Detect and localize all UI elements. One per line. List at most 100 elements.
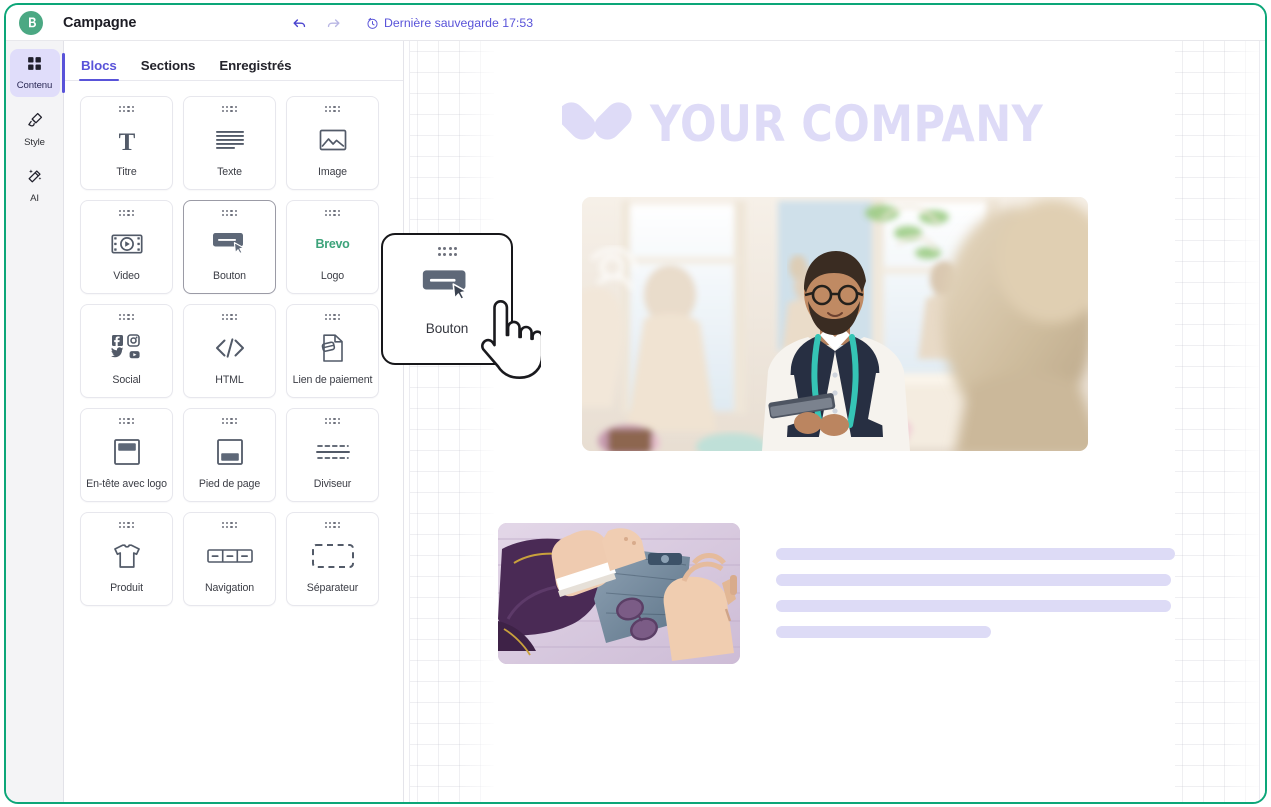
- sidebar-item-style[interactable]: Style: [10, 105, 60, 153]
- block-label: Séparateur: [306, 582, 359, 595]
- email-logo-block[interactable]: YOUR COMPANY: [494, 99, 1175, 149]
- left-rail: Contenu Style AI: [6, 41, 65, 802]
- block-label: Image: [318, 166, 347, 179]
- block-card-logo[interactable]: Brevo Logo: [286, 200, 379, 294]
- code-brackets-icon: [184, 321, 275, 375]
- drag-grip-icon[interactable]: [325, 418, 340, 425]
- topbar-actions: Dernière sauvegarde 17:53: [282, 5, 533, 41]
- save-status: Dernière sauvegarde 17:53: [366, 16, 533, 30]
- dashed-spacer-icon: [287, 529, 378, 583]
- undo-arrow-icon[interactable]: [282, 8, 316, 38]
- canvas-dot-grid-left: [410, 41, 494, 802]
- placeholder-line: [776, 600, 1171, 612]
- block-card-social[interactable]: Social: [80, 304, 173, 398]
- picture-icon: [287, 113, 378, 167]
- block-card-texte[interactable]: Texte: [183, 96, 276, 190]
- block-label: Diviseur: [313, 478, 352, 491]
- blocks-grid: T Titre Texte Image Video Bouton Brevo L…: [66, 81, 403, 616]
- block-card-bouton[interactable]: Bouton: [183, 200, 276, 294]
- drag-grip-icon[interactable]: [325, 314, 340, 321]
- brevo-wordmark-icon: Brevo: [287, 217, 378, 271]
- placeholder-line: [776, 626, 992, 638]
- sidebar-item-label: AI: [30, 192, 39, 204]
- block-card-separateur[interactable]: Séparateur: [286, 512, 379, 606]
- drag-grip-icon[interactable]: [119, 314, 134, 321]
- blocks-panel: Blocs Sections Enregistrés T Titre Texte…: [64, 41, 404, 802]
- page-title: Campagne: [63, 14, 137, 31]
- block-label: Logo: [320, 270, 345, 283]
- block-label: Pied de page: [198, 478, 261, 491]
- block-card-titre[interactable]: T Titre: [80, 96, 173, 190]
- tab-blocs[interactable]: Blocs: [79, 58, 119, 81]
- drag-grip-icon[interactable]: [119, 106, 134, 113]
- block-card-video[interactable]: Video: [80, 200, 173, 294]
- drag-grip-icon[interactable]: [325, 522, 340, 529]
- drag-grip-icon[interactable]: [119, 210, 134, 217]
- canvas-right-edge: [1259, 41, 1260, 802]
- text-lines-icon: [184, 113, 275, 167]
- block-card-lien-de-paiement[interactable]: Lien de paiement: [286, 304, 379, 398]
- drag-grip-icon[interactable]: [222, 314, 237, 321]
- film-play-icon: [81, 217, 172, 271]
- block-label: Video: [113, 270, 140, 283]
- drag-grip-icon[interactable]: [325, 106, 340, 113]
- drag-grip-icon[interactable]: [119, 522, 134, 529]
- email-hero-image[interactable]: [581, 197, 1088, 451]
- serif-t-icon: T: [81, 113, 172, 167]
- button-cursor-icon: [184, 217, 275, 271]
- drag-grip-icon[interactable]: [222, 522, 237, 529]
- sidebar-item-contenu[interactable]: Contenu: [9, 49, 65, 97]
- block-label: Navigation: [204, 582, 255, 595]
- block-label: Bouton: [213, 270, 246, 283]
- block-label: Produit: [110, 582, 143, 595]
- header-block-icon: [81, 425, 172, 479]
- email-product-image[interactable]: [498, 523, 740, 664]
- svg-text:T: T: [118, 129, 135, 154]
- block-card-en-tete-avec-logo[interactable]: En-tête avec logo: [80, 408, 173, 502]
- footer-block-icon: [184, 425, 275, 479]
- canvas-dot-grid-right: [1175, 41, 1259, 802]
- drag-grip-icon[interactable]: [222, 418, 237, 425]
- sidebar-item-label: Contenu: [16, 80, 53, 91]
- save-status-text: Dernière sauvegarde 17:53: [384, 16, 534, 30]
- block-card-image[interactable]: Image: [286, 96, 379, 190]
- sidebar-item-ai[interactable]: AI: [10, 161, 60, 209]
- block-label: Texte: [217, 166, 242, 179]
- placeholder-line: [776, 574, 1171, 586]
- redo-arrow-icon[interactable]: [316, 8, 350, 38]
- email-text-placeholder[interactable]: [776, 523, 1175, 664]
- block-label: Titre: [116, 166, 137, 179]
- drag-grip-icon[interactable]: [119, 418, 134, 425]
- app-body: Contenu Style AI Blocs Sections Enregist…: [6, 41, 1265, 802]
- grid-squares-icon: [26, 55, 43, 77]
- block-label: HTML: [215, 374, 244, 387]
- email-product-row: [494, 523, 1175, 664]
- block-card-html[interactable]: HTML: [183, 304, 276, 398]
- block-card-diviseur[interactable]: Diviseur: [286, 408, 379, 502]
- drag-grip-icon[interactable]: [325, 210, 340, 217]
- brevo-logo-icon[interactable]: [19, 10, 43, 35]
- panel-tabs: Blocs Sections Enregistrés: [64, 41, 403, 81]
- top-bar: Campagne Dernière sauvegarde 17:53: [6, 5, 1265, 41]
- tshirt-icon: [81, 529, 172, 583]
- tab-enregistres[interactable]: Enregistrés: [219, 58, 291, 80]
- block-label: En-tête avec logo: [86, 478, 167, 491]
- email-canvas[interactable]: YOUR COMPANY: [404, 41, 1265, 802]
- block-card-produit[interactable]: Produit: [80, 512, 173, 606]
- social-networks-icon: [81, 321, 172, 375]
- divider-icon: [287, 425, 378, 479]
- drag-grip-icon[interactable]: [222, 106, 237, 113]
- drag-grip-icon[interactable]: [222, 210, 237, 217]
- magic-wand-icon: [26, 167, 44, 190]
- brevo-wordmark-text: Brevo: [315, 237, 350, 252]
- app-window: Campagne Dernière sauvegarde 17:53 Conte…: [4, 3, 1267, 804]
- block-card-navigation[interactable]: Navigation: [183, 512, 276, 606]
- block-card-pied-de-page[interactable]: Pied de page: [183, 408, 276, 502]
- two-rounded-diamonds-logo-icon: [558, 99, 634, 149]
- block-label: Social: [112, 374, 141, 387]
- payment-document-icon: [287, 321, 378, 375]
- nav-bar-icon: [184, 529, 275, 583]
- tab-sections[interactable]: Sections: [141, 58, 196, 80]
- paint-brush-icon: [26, 111, 44, 134]
- email-document: YOUR COMPANY: [494, 41, 1175, 802]
